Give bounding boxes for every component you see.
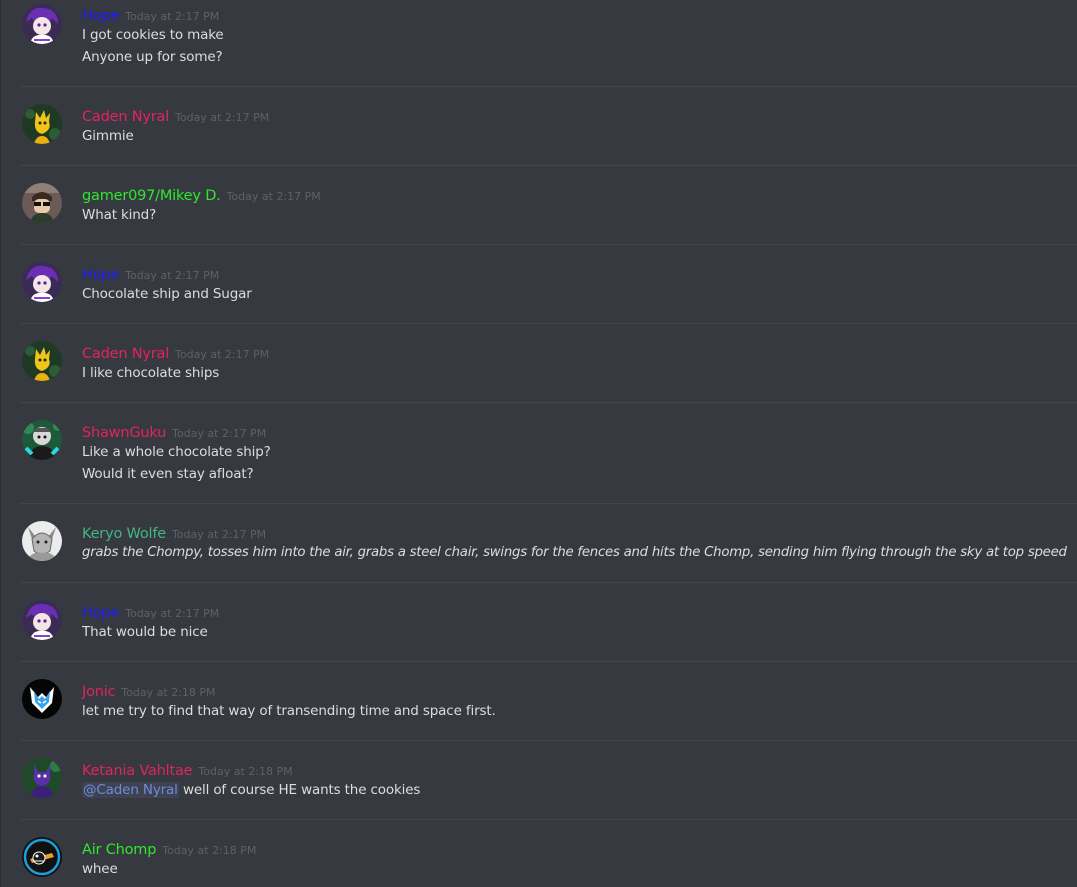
user-mention[interactable]: @Caden Nyral <box>82 782 179 798</box>
message-timestamp: Today at 2:17 PM <box>172 427 267 440</box>
message-divider <box>20 323 1077 324</box>
message-text: Anyone up for some? <box>82 49 223 65</box>
purple-hair-character-avatar-icon[interactable] <box>22 4 62 44</box>
message-timestamp: Today at 2:18 PM <box>198 765 293 778</box>
message-text: let me try to find that way of transendi… <box>82 703 496 719</box>
chomp-airplane-avatar-icon[interactable] <box>22 837 62 877</box>
yellow-character-avatar-icon[interactable] <box>22 104 62 144</box>
message-divider <box>20 819 1077 820</box>
author-name[interactable]: Hope <box>82 8 119 24</box>
message-text: whee <box>82 861 118 877</box>
author-name[interactable]: Hope <box>82 605 119 621</box>
message-divider <box>20 582 1077 583</box>
author-name[interactable]: Air Chomp <box>82 842 156 858</box>
message-text: Chocolate ship and Sugar <box>82 286 252 302</box>
message-timestamp: Today at 2:17 PM <box>125 269 220 282</box>
message-text: grabs the Chompy, tosses him into the ai… <box>82 545 1067 560</box>
purple-hair-character-avatar-icon[interactable] <box>22 262 62 302</box>
message-text: Like a whole chocolate ship? <box>82 444 271 460</box>
author-name[interactable]: Keryo Wolfe <box>82 526 166 542</box>
message-timestamp: Today at 2:18 PM <box>162 844 257 857</box>
grey-wolf-avatar-icon[interactable] <box>22 521 62 561</box>
author-name[interactable]: Hope <box>82 267 119 283</box>
message-timestamp: Today at 2:17 PM <box>175 111 270 124</box>
message-divider <box>20 661 1077 662</box>
message-text: @Caden Nyral well of course HE wants the… <box>82 782 420 798</box>
purple-cat-avatar-icon[interactable] <box>22 758 62 798</box>
message-text: That would be nice <box>82 624 208 640</box>
author-name[interactable]: Caden Nyral <box>82 109 169 125</box>
message-divider <box>20 165 1077 166</box>
message-timestamp: Today at 2:17 PM <box>175 348 270 361</box>
message-divider <box>20 86 1077 87</box>
message-timestamp: Today at 2:17 PM <box>226 190 321 203</box>
message-text: I got cookies to make <box>82 27 224 43</box>
message-divider <box>20 244 1077 245</box>
author-name[interactable]: ShawnGuku <box>82 425 166 441</box>
message-timestamp: Today at 2:17 PM <box>125 10 220 23</box>
teal-character-avatar-icon[interactable] <box>22 420 62 460</box>
yellow-character-avatar-icon[interactable] <box>22 341 62 381</box>
chat-message-list[interactable]: Hope Today at 2:17 PM I got cookies to ma… <box>0 0 1077 887</box>
message-text: Would it even stay afloat? <box>82 466 254 482</box>
message-timestamp: Today at 2:17 PM <box>171 528 267 541</box>
message-text: What kind? <box>82 207 157 223</box>
author-name[interactable]: Caden Nyral <box>82 346 169 362</box>
message-text: I like chocolate ships <box>82 365 220 381</box>
glasses-character-avatar-icon[interactable] <box>22 183 62 223</box>
message-divider <box>20 503 1077 504</box>
blue-fox-logo-avatar-icon[interactable] <box>22 679 62 719</box>
author-name[interactable]: Ketania Vahltae <box>82 763 193 779</box>
purple-hair-character-avatar-icon[interactable] <box>22 600 62 640</box>
message-text: Gimmie <box>82 128 134 144</box>
author-name[interactable]: gamer097/Mikey D. <box>82 188 221 204</box>
message-timestamp: Today at 2:18 PM <box>121 686 216 699</box>
message-timestamp: Today at 2:17 PM <box>125 607 220 620</box>
author-name[interactable]: Jonic <box>82 684 116 700</box>
message-divider <box>20 402 1077 403</box>
message-divider <box>20 740 1077 741</box>
message-text-span: well of course HE wants the cookies <box>178 782 421 798</box>
